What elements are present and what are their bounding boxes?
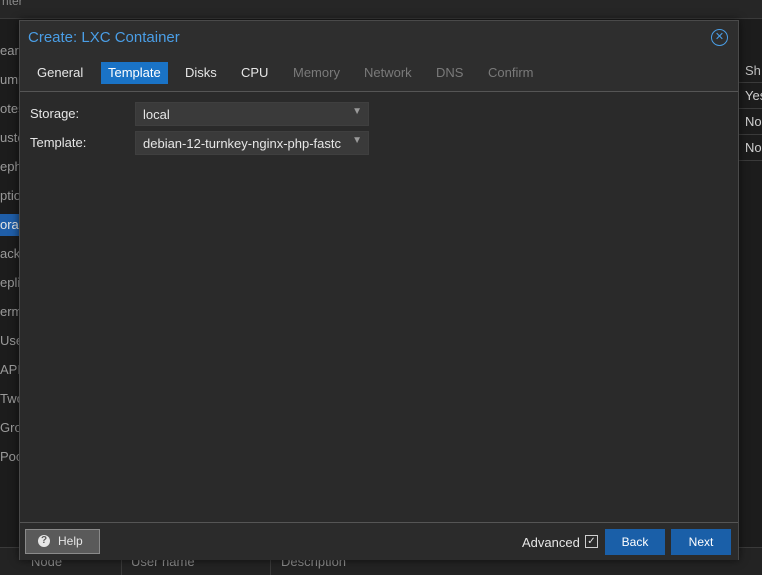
background-grid-header: Sh (738, 58, 762, 83)
tab-dns[interactable]: DNS (429, 62, 470, 84)
storage-value: local (143, 107, 170, 122)
background-sidebar-item: Two (0, 391, 20, 406)
create-lxc-dialog: Create: LXC Container ✕ General Template… (19, 20, 739, 560)
chevron-down-icon: ▼ (352, 135, 362, 146)
tab-network[interactable]: Network (357, 62, 419, 84)
background-sidebar-item: eph (0, 159, 20, 174)
next-button[interactable]: Next (671, 529, 731, 555)
help-button[interactable]: ? Help (25, 529, 100, 554)
advanced-checkbox[interactable]: ✓ (585, 535, 598, 548)
template-select[interactable]: debian-12-turnkey-nginx-php-fastcgi ▼ (135, 131, 369, 155)
template-panel: Storage: local ▼ Template: debian-12-tur… (20, 92, 738, 522)
chevron-down-icon: ▼ (352, 106, 362, 117)
background-sidebar-item: umm (0, 72, 20, 87)
storage-label: Storage: (30, 106, 80, 121)
template-value: debian-12-turnkey-nginx-php-fastcgi (143, 136, 341, 151)
advanced-label: Advanced (522, 535, 580, 550)
close-icon[interactable]: ✕ (711, 29, 728, 46)
tab-confirm[interactable]: Confirm (481, 62, 541, 84)
background-topbar-text: nter (2, 0, 23, 8)
background-sidebar-item: API (0, 362, 20, 377)
dialog-footer: ? Help Advanced ✓ Back Next (20, 522, 738, 560)
tab-disks[interactable]: Disks (178, 62, 224, 84)
background-sidebar-item: earc (0, 43, 20, 58)
background-sidebar-item: otes (0, 101, 20, 116)
background-sidebar-item: Use (0, 333, 20, 348)
help-button-label: Help (58, 534, 83, 548)
background-grid: Sh Yes No No (738, 58, 762, 161)
background-sidebar-item: ption (0, 188, 20, 203)
background-sidebar-item: ermi (0, 304, 20, 319)
background-grid-row: No (738, 109, 762, 135)
dialog-header: Create: LXC Container ✕ (20, 21, 738, 55)
wizard-tabs: General Template Disks CPU Memory Networ… (20, 61, 738, 92)
question-circle-icon: ? (38, 535, 50, 547)
storage-select[interactable]: local ▼ (135, 102, 369, 126)
background-topbar: nter (0, 0, 762, 19)
template-label: Template: (30, 135, 87, 150)
tab-general[interactable]: General (30, 62, 90, 84)
background-sidebar: earc umm otes uste eph ption orag acku eplic ermi… (0, 40, 20, 510)
checkmark-icon: ✓ (587, 536, 596, 547)
tab-cpu[interactable]: CPU (234, 62, 275, 84)
dialog-title: Create: LXC Container (28, 29, 180, 46)
background-sidebar-item: eplic (0, 275, 20, 290)
background-grid-row: Yes (738, 83, 762, 109)
background-sidebar-item: uste (0, 130, 20, 145)
tab-memory[interactable]: Memory (286, 62, 347, 84)
background-sidebar-item: Poo (0, 449, 20, 464)
tab-template[interactable]: Template (101, 62, 168, 84)
background-grid-row: No (738, 135, 762, 161)
background-sidebar-item: orag (0, 214, 20, 236)
back-button[interactable]: Back (605, 529, 665, 555)
background-sidebar-item: Gro (0, 420, 20, 435)
background-sidebar-item: acku (0, 246, 20, 261)
